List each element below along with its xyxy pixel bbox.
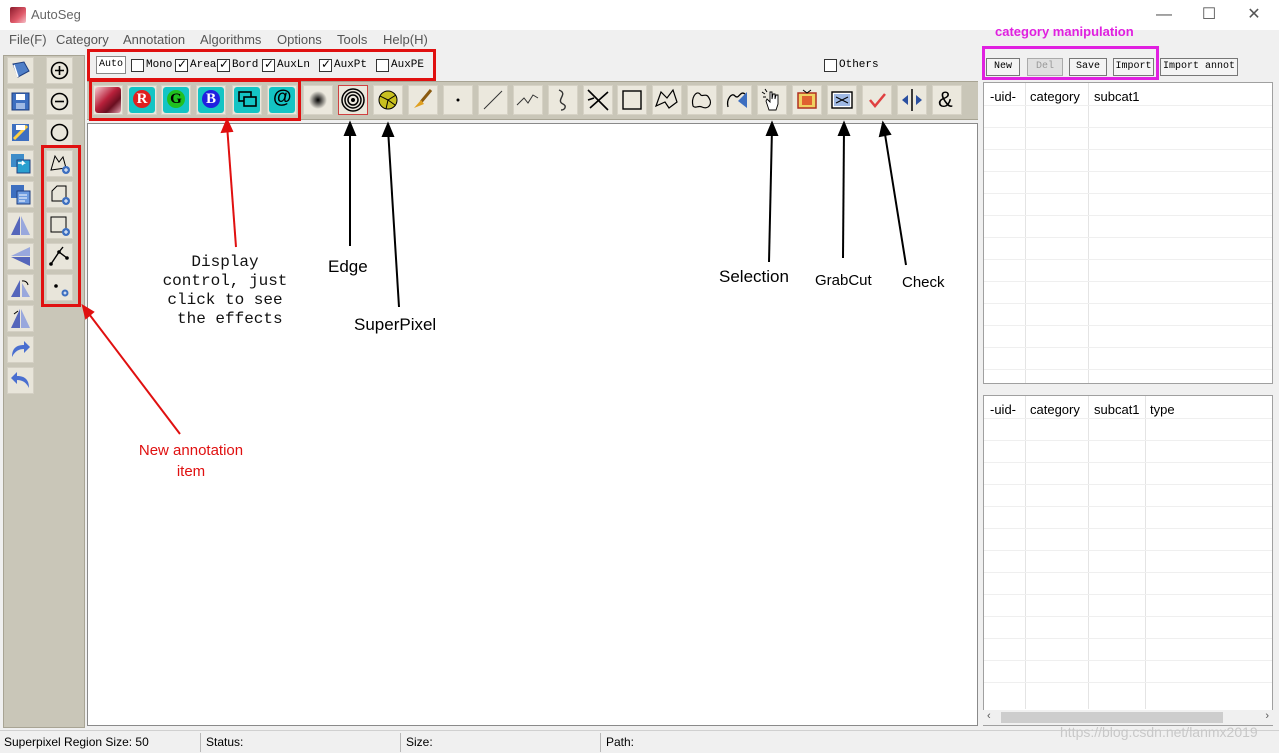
edit-icon[interactable] bbox=[7, 119, 34, 146]
flip-icon[interactable] bbox=[7, 212, 34, 239]
column-header-subcat1[interactable]: subcat1 bbox=[1094, 89, 1140, 104]
redo-icon[interactable] bbox=[7, 336, 34, 363]
menu-file[interactable]: File(F) bbox=[9, 32, 47, 47]
menu-bar: File(F) Category Annotation Algorithms O… bbox=[0, 30, 978, 50]
column-header-category[interactable]: category bbox=[1030, 89, 1080, 104]
zoom-fit-icon[interactable] bbox=[46, 119, 73, 146]
scroll-left-icon[interactable]: ‹ bbox=[987, 710, 991, 722]
superpixel-icon[interactable] bbox=[373, 85, 403, 115]
convert-icon[interactable] bbox=[7, 150, 34, 177]
import-category-button[interactable]: Import bbox=[1113, 58, 1154, 76]
app-window: AutoSeg — ☐ ✕ File(F) Category Annotatio… bbox=[0, 0, 1279, 753]
split-icon[interactable] bbox=[897, 85, 927, 115]
others-label: Others bbox=[839, 59, 879, 71]
zoom-out-icon[interactable] bbox=[46, 88, 73, 115]
status-text: Status: bbox=[206, 735, 244, 749]
check-annotation: Check bbox=[902, 274, 945, 291]
size-text: Size: bbox=[406, 735, 433, 749]
transform-icon[interactable] bbox=[7, 305, 34, 332]
category-table[interactable]: -uid- category subcat1 bbox=[983, 82, 1273, 384]
others-checkbox[interactable] bbox=[824, 59, 837, 72]
edge-annotation: Edge bbox=[328, 257, 368, 276]
undo-icon[interactable] bbox=[7, 367, 34, 394]
polygon-icon[interactable] bbox=[652, 85, 682, 115]
import-annotation-button[interactable]: Import annot bbox=[1160, 58, 1238, 76]
superpixel-annotation: SuperPixel bbox=[354, 315, 437, 334]
watermark: https://blog.csdn.net/lanmx2019 bbox=[1060, 724, 1258, 740]
copy-icon[interactable] bbox=[7, 181, 34, 208]
open-icon[interactable] bbox=[7, 57, 34, 84]
display-buttons-highlight bbox=[89, 79, 301, 121]
menu-tools[interactable]: Tools bbox=[337, 32, 367, 47]
blur-icon[interactable] bbox=[303, 85, 333, 115]
brush-icon[interactable] bbox=[408, 85, 438, 115]
column-header-uid[interactable]: -uid- bbox=[990, 402, 1016, 417]
window-title: AutoSeg bbox=[31, 7, 81, 22]
menu-options[interactable]: Options bbox=[277, 32, 322, 47]
ampersand-icon[interactable]: & bbox=[932, 85, 962, 115]
delete-category-button[interactable]: Del bbox=[1027, 58, 1063, 76]
column-header-type[interactable]: type bbox=[1150, 402, 1175, 417]
minimize-button[interactable]: — bbox=[1141, 3, 1187, 27]
save-icon[interactable] bbox=[7, 88, 34, 115]
grabcut-frame-icon[interactable] bbox=[792, 85, 822, 115]
maximize-button[interactable]: ☐ bbox=[1186, 3, 1232, 27]
new-annotation-highlight bbox=[41, 145, 81, 307]
new-annotation-item-annotation: New annotation item bbox=[138, 442, 244, 480]
image-canvas[interactable] bbox=[87, 123, 978, 726]
rectangle-icon[interactable] bbox=[617, 85, 647, 115]
display-control-highlight bbox=[87, 49, 436, 81]
menu-algorithms[interactable]: Algorithms bbox=[200, 32, 261, 47]
zoom-in-icon[interactable] bbox=[46, 57, 73, 84]
scrollbar-thumb[interactable] bbox=[1001, 712, 1223, 723]
cross-lines-icon[interactable] bbox=[583, 85, 613, 115]
check-icon[interactable] bbox=[862, 85, 892, 115]
menu-category[interactable]: Category bbox=[56, 32, 109, 47]
path-text: Path: bbox=[606, 735, 635, 749]
curve-icon[interactable] bbox=[548, 85, 578, 115]
column-header-uid[interactable]: -uid- bbox=[990, 89, 1016, 104]
menu-help[interactable]: Help(H) bbox=[383, 32, 428, 47]
category-manipulation-annotation: category manipulation bbox=[995, 24, 1134, 39]
display-control-annotation: Display control, just click to see the e… bbox=[162, 253, 288, 328]
rotate-icon[interactable] bbox=[7, 274, 34, 301]
menu-annotation[interactable]: Annotation bbox=[123, 32, 185, 47]
save-category-button[interactable]: Save bbox=[1069, 58, 1107, 76]
mirror-icon[interactable] bbox=[7, 243, 34, 270]
scroll-right-icon[interactable]: › bbox=[1265, 710, 1269, 722]
polyline-icon[interactable] bbox=[513, 85, 543, 115]
selection-hand-icon[interactable] bbox=[757, 85, 787, 115]
freehand-icon[interactable] bbox=[687, 85, 717, 115]
annotation-table[interactable]: -uid- category subcat1 type bbox=[983, 395, 1273, 726]
grabcut-icon[interactable] bbox=[827, 85, 857, 115]
close-button[interactable]: ✕ bbox=[1231, 3, 1277, 27]
column-header-category[interactable]: category bbox=[1030, 402, 1080, 417]
annotation-table-scrollbar[interactable]: ‹ › bbox=[983, 710, 1273, 725]
new-category-button[interactable]: New bbox=[986, 58, 1020, 76]
point-icon[interactable] bbox=[443, 85, 473, 115]
column-header-subcat1[interactable]: subcat1 bbox=[1094, 402, 1140, 417]
app-icon bbox=[10, 7, 26, 23]
selection-annotation: Selection bbox=[719, 267, 789, 286]
grabcut-annotation: GrabCut bbox=[815, 272, 872, 289]
edge-icon[interactable] bbox=[338, 85, 368, 115]
superpixel-status: Superpixel Region Size: 50 bbox=[4, 735, 149, 749]
line-icon[interactable] bbox=[478, 85, 508, 115]
smart-polygon-icon[interactable] bbox=[722, 85, 752, 115]
